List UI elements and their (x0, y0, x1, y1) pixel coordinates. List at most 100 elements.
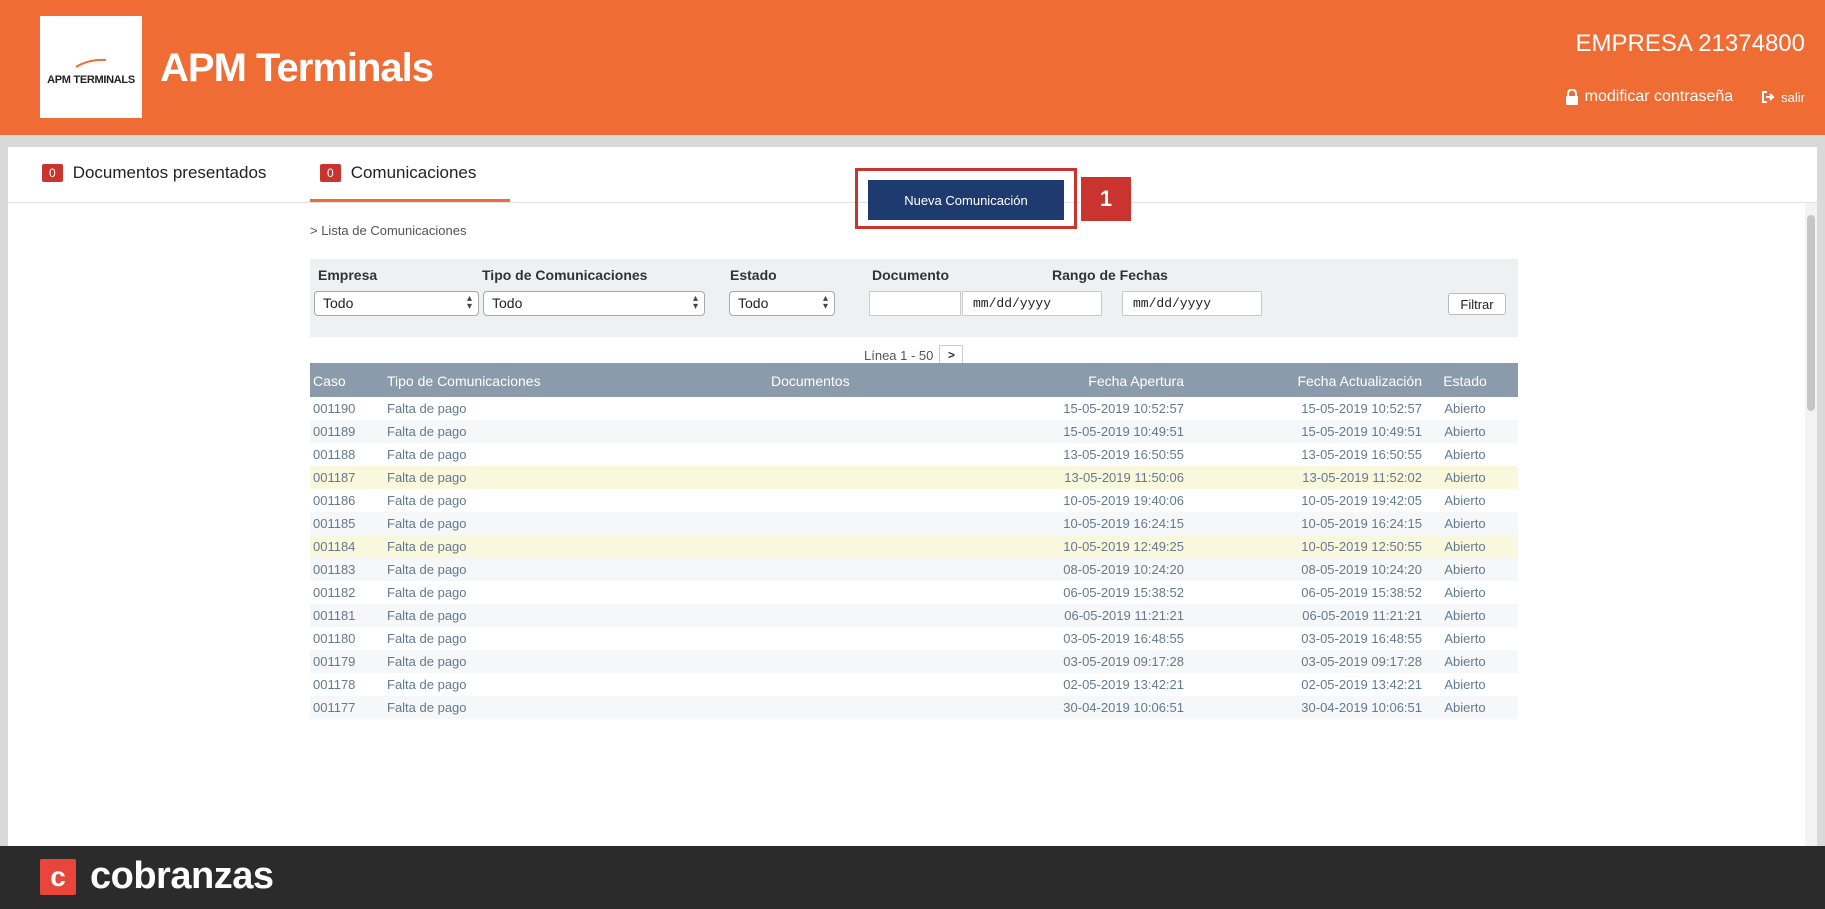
empresa-select[interactable]: Todo ▴ ▾ (314, 291, 479, 316)
empresa-label: Empresa (318, 267, 378, 283)
cell-estado: Abierto (1444, 677, 1486, 692)
estado-label: Estado (730, 267, 777, 283)
header-documentos[interactable]: Documentos (771, 373, 850, 389)
table-row[interactable]: 001181 Falta de pago 06-05-2019 11:21:21 06… (310, 604, 1518, 627)
cell-fecha-apertura: 15-05-2019 10:52:57 (1063, 401, 1184, 416)
cell-tipo: Falta de pago (387, 470, 467, 485)
cell-estado: Abierto (1444, 654, 1486, 669)
cell-fecha-apertura: 06-05-2019 11:21:21 (1064, 608, 1184, 623)
table-row[interactable]: 001179 Falta de pago 03-05-2019 09:17:28 03… (310, 650, 1518, 673)
cell-tipo: Falta de pago (387, 631, 467, 646)
logout-icon (1762, 91, 1775, 103)
cell-estado: Abierto (1444, 562, 1486, 577)
cell-fecha-apertura: 03-05-2019 09:17:28 (1063, 654, 1184, 669)
date-from-input[interactable]: mm/dd/yyyy (962, 291, 1102, 316)
tab-documentos-presentados[interactable]: 0 Documentos presentados (42, 163, 266, 183)
tipo-select[interactable]: Todo ▴ ▾ (483, 291, 705, 316)
change-password-link[interactable]: modificar contraseña (1565, 88, 1734, 106)
tab-comunicaciones[interactable]: 0 Comunicaciones (320, 163, 476, 183)
cell-caso: 001188 (313, 447, 356, 462)
cell-caso: 001180 (313, 631, 356, 646)
table-row[interactable]: 001180 Falta de pago 03-05-2019 16:48:55 03… (310, 627, 1518, 650)
documento-label: Documento (872, 267, 949, 283)
rango-fechas-label: Rango de Fechas (1052, 267, 1168, 283)
cell-fecha-apertura: 06-05-2019 15:38:52 (1063, 585, 1184, 600)
change-password-label: modificar contraseña (1584, 88, 1734, 105)
table-header: Caso Tipo de Comunicaciones Documentos F… (310, 363, 1518, 397)
logout-label: salir (1781, 89, 1805, 105)
cell-fecha-apertura: 03-05-2019 16:48:55 (1063, 631, 1184, 646)
cell-tipo: Falta de pago (387, 516, 467, 531)
main-panel: 0 Documentos presentados 0 Comunicacione… (8, 147, 1817, 847)
logo-text: APM TERMINALS (47, 74, 135, 86)
table-row[interactable]: 001187 Falta de pago 13-05-2019 11:50:06 13… (310, 466, 1518, 489)
cell-fecha-apertura: 13-05-2019 11:50:06 (1064, 470, 1184, 485)
cell-fecha-actualizacion: 06-05-2019 15:38:52 (1301, 585, 1422, 600)
breadcrumb[interactable]: > Lista de Comunicaciones (310, 223, 466, 238)
next-page-button[interactable]: > (939, 345, 964, 365)
table-row[interactable]: 001185 Falta de pago 10-05-2019 16:24:15 10… (310, 512, 1518, 535)
cell-caso: 001178 (313, 677, 356, 692)
cell-fecha-apertura: 10-05-2019 16:24:15 (1063, 516, 1184, 531)
cobranzas-c-icon: c (40, 858, 76, 895)
company-logo[interactable]: APM TERMINALS (40, 16, 142, 118)
table-row[interactable]: 001186 Falta de pago 10-05-2019 19:40:06 10… (310, 489, 1518, 512)
tab-count-badge: 0 (42, 164, 63, 182)
new-communication-button[interactable]: Nueva Comunicación (868, 180, 1064, 220)
empresa-select-value: Todo (323, 295, 354, 311)
date-to-input[interactable]: mm/dd/yyyy (1122, 291, 1262, 316)
cell-caso: 001183 (313, 562, 356, 577)
table-row[interactable]: 001190 Falta de pago 15-05-2019 10:52:57 15… (310, 397, 1518, 420)
filter-button[interactable]: Filtrar (1448, 293, 1506, 315)
cell-fecha-apertura: 13-05-2019 16:50:55 (1063, 447, 1184, 462)
logout-link[interactable]: salir (1761, 90, 1805, 105)
brand-title: APM Terminals (160, 46, 434, 90)
cell-fecha-actualizacion: 15-05-2019 10:52:57 (1301, 401, 1422, 416)
vertical-scrollbar[interactable] (1805, 203, 1817, 847)
tab-label: Comunicaciones (350, 163, 477, 182)
cell-fecha-actualizacion: 06-05-2019 11:21:21 (1302, 608, 1422, 623)
table-row[interactable]: 001182 Falta de pago 06-05-2019 15:38:52 06… (310, 581, 1518, 604)
table-row[interactable]: 001188 Falta de pago 13-05-2019 16:50:55 13… (310, 443, 1518, 466)
cell-tipo: Falta de pago (387, 608, 467, 623)
estado-select[interactable]: Todo ▴ ▾ (729, 291, 835, 316)
table-row[interactable]: 001177 Falta de pago 30-04-2019 10:06:51 30… (310, 696, 1518, 719)
tab-count-badge: 0 (320, 164, 341, 182)
cobranzas-logo: c cobranzas (40, 855, 274, 898)
cell-fecha-actualizacion: 02-05-2019 13:42:21 (1301, 677, 1422, 692)
table-row[interactable]: 001183 Falta de pago 08-05-2019 10:24:20 08… (310, 558, 1518, 581)
cell-tipo: Falta de pago (387, 677, 467, 692)
cell-estado: Abierto (1444, 424, 1486, 439)
header-caso[interactable]: Caso (313, 373, 346, 389)
documento-input[interactable] (869, 291, 961, 316)
cell-fecha-actualizacion: 13-05-2019 16:50:55 (1301, 447, 1422, 462)
app-footer: c cobranzas (0, 846, 1825, 909)
table-row[interactable]: 001189 Falta de pago 15-05-2019 10:49:51 15… (310, 420, 1518, 443)
cell-fecha-actualizacion: 08-05-2019 10:24:20 (1301, 562, 1422, 577)
cell-caso: 001187 (313, 470, 356, 485)
header-fecha-actualizacion[interactable]: Fecha Actualización (1216, 373, 1422, 389)
select-arrows-icon: ▴ ▾ (692, 293, 698, 312)
header-links: modificar contraseña salir (1565, 88, 1805, 106)
select-arrows-icon: ▴ ▾ (822, 293, 828, 312)
header-estado[interactable]: Estado (1430, 373, 1500, 389)
cell-tipo: Falta de pago (387, 401, 467, 416)
table-row[interactable]: 001184 Falta de pago 10-05-2019 12:49:25 10… (310, 535, 1518, 558)
header-fecha-apertura[interactable]: Fecha Apertura (993, 373, 1184, 389)
cell-fecha-actualizacion: 30-04-2019 10:06:51 (1301, 700, 1422, 715)
cell-fecha-apertura: 10-05-2019 12:49:25 (1063, 539, 1184, 554)
header-tipo[interactable]: Tipo de Comunicaciones (387, 373, 541, 389)
cell-fecha-apertura: 08-05-2019 10:24:20 (1063, 562, 1184, 577)
cell-tipo: Falta de pago (387, 654, 467, 669)
step-number-badge: 1 (1081, 177, 1131, 221)
cell-caso: 001177 (313, 700, 356, 715)
scrollbar-thumb[interactable] (1807, 215, 1815, 411)
cell-fecha-actualizacion: 15-05-2019 10:49:51 (1301, 424, 1422, 439)
cell-caso: 001184 (313, 539, 356, 554)
cell-tipo: Falta de pago (387, 585, 467, 600)
table-row[interactable]: 001178 Falta de pago 02-05-2019 13:42:21 02… (310, 673, 1518, 696)
table-body: 001190 Falta de pago 15-05-2019 10:52:57 15… (310, 397, 1518, 719)
cell-caso: 001189 (313, 424, 356, 439)
cell-estado: Abierto (1444, 700, 1486, 715)
cell-caso: 001190 (313, 401, 356, 416)
